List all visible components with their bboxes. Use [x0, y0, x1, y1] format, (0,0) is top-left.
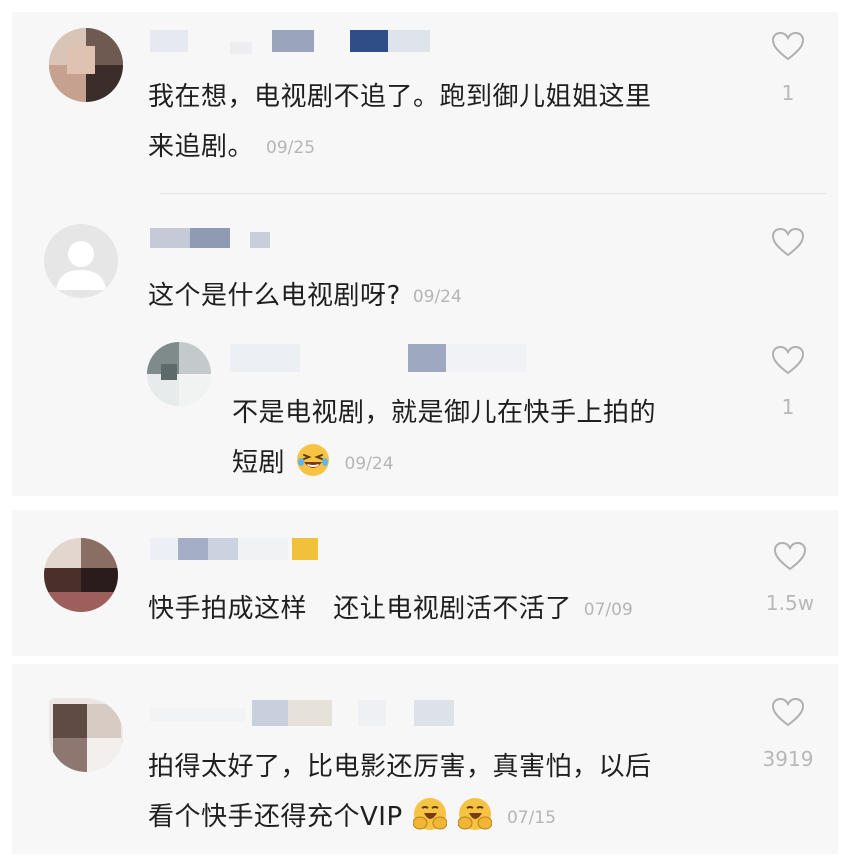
- like-button[interactable]: 1: [758, 32, 818, 105]
- comment-panel: 拍得太好了，比电影还厉害，真害怕，以后 看个快手还得充个VIP 07/15 39…: [12, 664, 838, 854]
- reply-text: 不是电视剧，就是御儿在快手上拍的 短剧 09/24: [232, 388, 752, 489]
- divider: [160, 193, 826, 194]
- heart-outline-icon: [772, 346, 804, 375]
- reply-text-line: 短剧: [232, 448, 286, 478]
- username-blurred[interactable]: [150, 228, 280, 250]
- reply-text-line: 不是电视剧，就是御儿在快手上拍的: [232, 398, 657, 428]
- like-count: 1: [781, 81, 795, 105]
- comment-text: 快手拍成这样 还让电视剧活不活了 07/09: [148, 584, 768, 635]
- avatar[interactable]: [49, 28, 123, 102]
- like-count: 3919: [762, 747, 814, 771]
- comment-text: 我在想，电视剧不追了。跑到御儿姐姐这里 来追剧。 09/25: [148, 72, 768, 173]
- comment-text-line: 来追剧。: [148, 132, 255, 162]
- like-button[interactable]: 1: [758, 346, 818, 419]
- comment-text-line: 看个快手还得充个VIP: [148, 802, 403, 832]
- comment-text-line: 拍得太好了，比电影还厉害，真害怕，以后: [148, 752, 652, 782]
- heart-outline-icon: [772, 228, 804, 257]
- comment-text: 拍得太好了，比电影还厉害，真害怕，以后 看个快手还得充个VIP 07/15: [148, 742, 768, 843]
- username-blurred[interactable]: [230, 344, 530, 372]
- avatar[interactable]: [147, 342, 211, 406]
- comment-date: 09/24: [412, 287, 462, 307]
- username-blurred[interactable]: [150, 30, 440, 54]
- comment-panel: 我在想，电视剧不追了。跑到御儿姐姐这里 来追剧。 09/25 1 这个是什么电视剧…: [12, 12, 838, 496]
- clapping-face-emoji-icon: [458, 798, 493, 830]
- clapping-face-emoji-icon: [413, 798, 448, 830]
- like-button[interactable]: 1.5w: [760, 542, 820, 615]
- like-count: 1.5w: [765, 591, 815, 615]
- heart-outline-icon: [772, 698, 804, 727]
- comment-text-line: 我在想，电视剧不追了。跑到御儿姐姐这里: [148, 82, 652, 112]
- like-button[interactable]: 3919: [758, 698, 818, 771]
- heart-outline-icon: [772, 32, 804, 61]
- comment-text-line: 快手拍成这样 还让电视剧活不活了: [148, 594, 572, 624]
- comment-date: 07/15: [506, 808, 556, 828]
- comment-date: 09/25: [266, 138, 316, 158]
- avatar[interactable]: [49, 698, 123, 772]
- user-silhouette-icon: [56, 241, 106, 290]
- heart-outline-icon: [774, 542, 806, 571]
- avatar[interactable]: [44, 224, 118, 298]
- like-count: 1: [781, 395, 795, 419]
- comment-text-line: 这个是什么电视剧呀?: [148, 281, 401, 311]
- reply-date: 09/24: [344, 454, 394, 474]
- comment-text: 这个是什么电视剧呀? 09/24: [148, 271, 748, 322]
- comment-panel: 快手拍成这样 还让电视剧活不活了 07/09 1.5w: [12, 510, 838, 656]
- comment-date: 07/09: [583, 600, 633, 620]
- avatar[interactable]: [44, 538, 118, 612]
- username-blurred[interactable]: [150, 700, 470, 726]
- like-button[interactable]: [758, 228, 818, 257]
- username-blurred[interactable]: [150, 538, 330, 560]
- laughing-tears-emoji-icon: [296, 444, 329, 476]
